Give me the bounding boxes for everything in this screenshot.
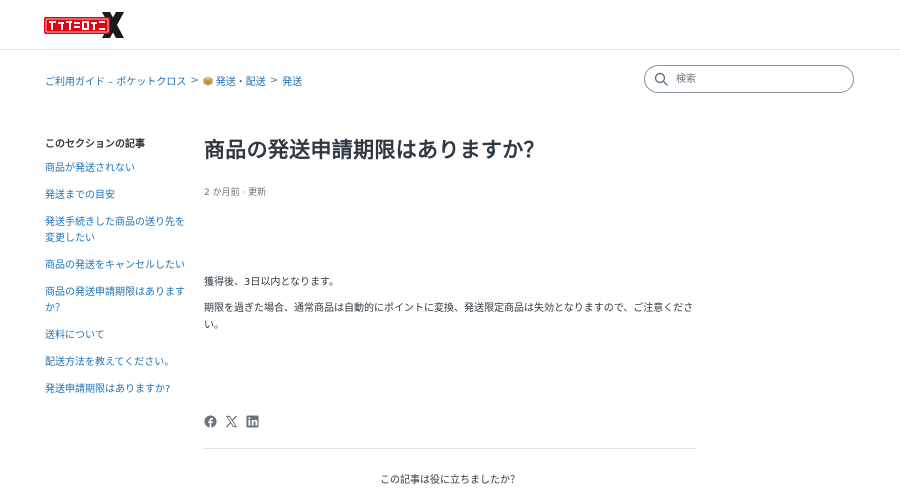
sidebar-article-link[interactable]: 商品の発送をキャンセルしたい bbox=[45, 258, 190, 274]
article-paragraph: 期限を過ぎた場合、通常商品は自動的にポイントに変換、発送限定商品は失効となります… bbox=[204, 303, 694, 331]
sidebar-article-link[interactable]: 送料について bbox=[45, 328, 190, 344]
share-links bbox=[204, 415, 259, 428]
site-header bbox=[0, 0, 900, 50]
sidebar-article-link[interactable]: 発送までの目安 bbox=[45, 188, 190, 204]
article-paragraph: 獲得後、3日以内となります。 bbox=[204, 277, 340, 288]
pocket-cross-logo[interactable] bbox=[44, 10, 124, 40]
package-icon bbox=[203, 76, 213, 85]
feedback-question: この記事は役に立ちましたか？ bbox=[380, 475, 520, 486]
breadcrumb-category-link[interactable]: 発送・配送 bbox=[216, 73, 266, 88]
facebook-icon[interactable] bbox=[204, 415, 217, 428]
sidebar-title: このセクションの記事 bbox=[45, 139, 145, 150]
search-icon bbox=[654, 72, 668, 86]
article-header: 商品の発送申請期限はありますか？ 2 か月前 · 更新 bbox=[204, 135, 696, 198]
section-divider bbox=[204, 448, 696, 449]
search-input[interactable] bbox=[674, 72, 838, 86]
x-icon[interactable] bbox=[225, 415, 238, 428]
sidebar-article-link[interactable]: 配送方法を教えてください。 bbox=[45, 355, 190, 371]
sidebar-article-link-current[interactable]: 商品の発送申請期限はありますか？ bbox=[45, 285, 190, 317]
article-meta: 2 か月前 · 更新 bbox=[204, 188, 267, 198]
breadcrumb-section-link[interactable]: 発送 bbox=[282, 73, 302, 88]
article-title: 商品の発送申請期限はありますか？ bbox=[204, 138, 545, 162]
section-articles-sidebar: このセクションの記事 商品が発送されない 発送までの目安 発送手続きした商品の送… bbox=[45, 135, 190, 409]
breadcrumb: ご利用ガイド – ポケットクロス > 発送・配送 > 発送 bbox=[45, 73, 302, 88]
sidebar-article-link[interactable]: 発送申請期限はありますか? bbox=[45, 382, 190, 398]
breadcrumb-home-link[interactable]: ご利用ガイド – ポケットクロス bbox=[45, 73, 186, 88]
sidebar-article-link[interactable]: 商品が発送されない bbox=[45, 161, 190, 177]
article-body: 獲得後、3日以内となります。 期限を過ぎた場合、通常商品は自動的にポイントに変換… bbox=[204, 274, 694, 343]
breadcrumb-separator: > bbox=[190, 75, 199, 86]
search-box[interactable] bbox=[644, 65, 854, 93]
breadcrumb-separator: > bbox=[269, 75, 279, 86]
linkedin-icon[interactable] bbox=[246, 415, 259, 428]
sidebar-article-link[interactable]: 発送手続きした商品の送り先を変更したい bbox=[45, 215, 190, 247]
